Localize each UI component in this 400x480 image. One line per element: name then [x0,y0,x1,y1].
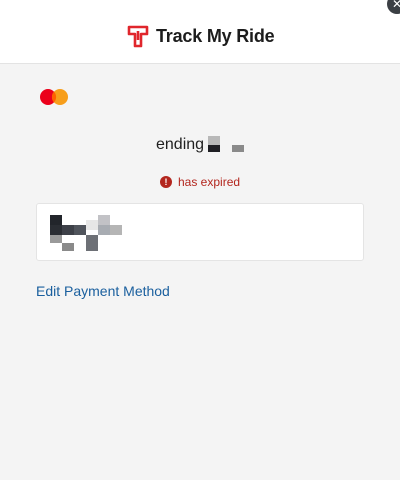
brand-name: Track My Ride [156,25,275,46]
alert-circle-icon: ! [160,176,172,188]
redacted-card-details [50,215,124,251]
header: Track My Ride ✕ [0,0,400,64]
mastercard-icon [40,89,68,105]
track-my-ride-logo-icon [127,25,149,48]
expired-status: ! has expired [160,175,240,189]
card-details-box [36,203,364,261]
card-ending: ending [156,136,248,154]
ending-label: ending [156,136,205,153]
close-icon[interactable]: ✕ [387,0,400,14]
redacted-card-digits [208,136,248,154]
status-text: has expired [178,175,241,189]
brand-logo: Track My Ride [126,23,275,49]
edit-payment-method-link[interactable]: Edit Payment Method [36,283,170,299]
